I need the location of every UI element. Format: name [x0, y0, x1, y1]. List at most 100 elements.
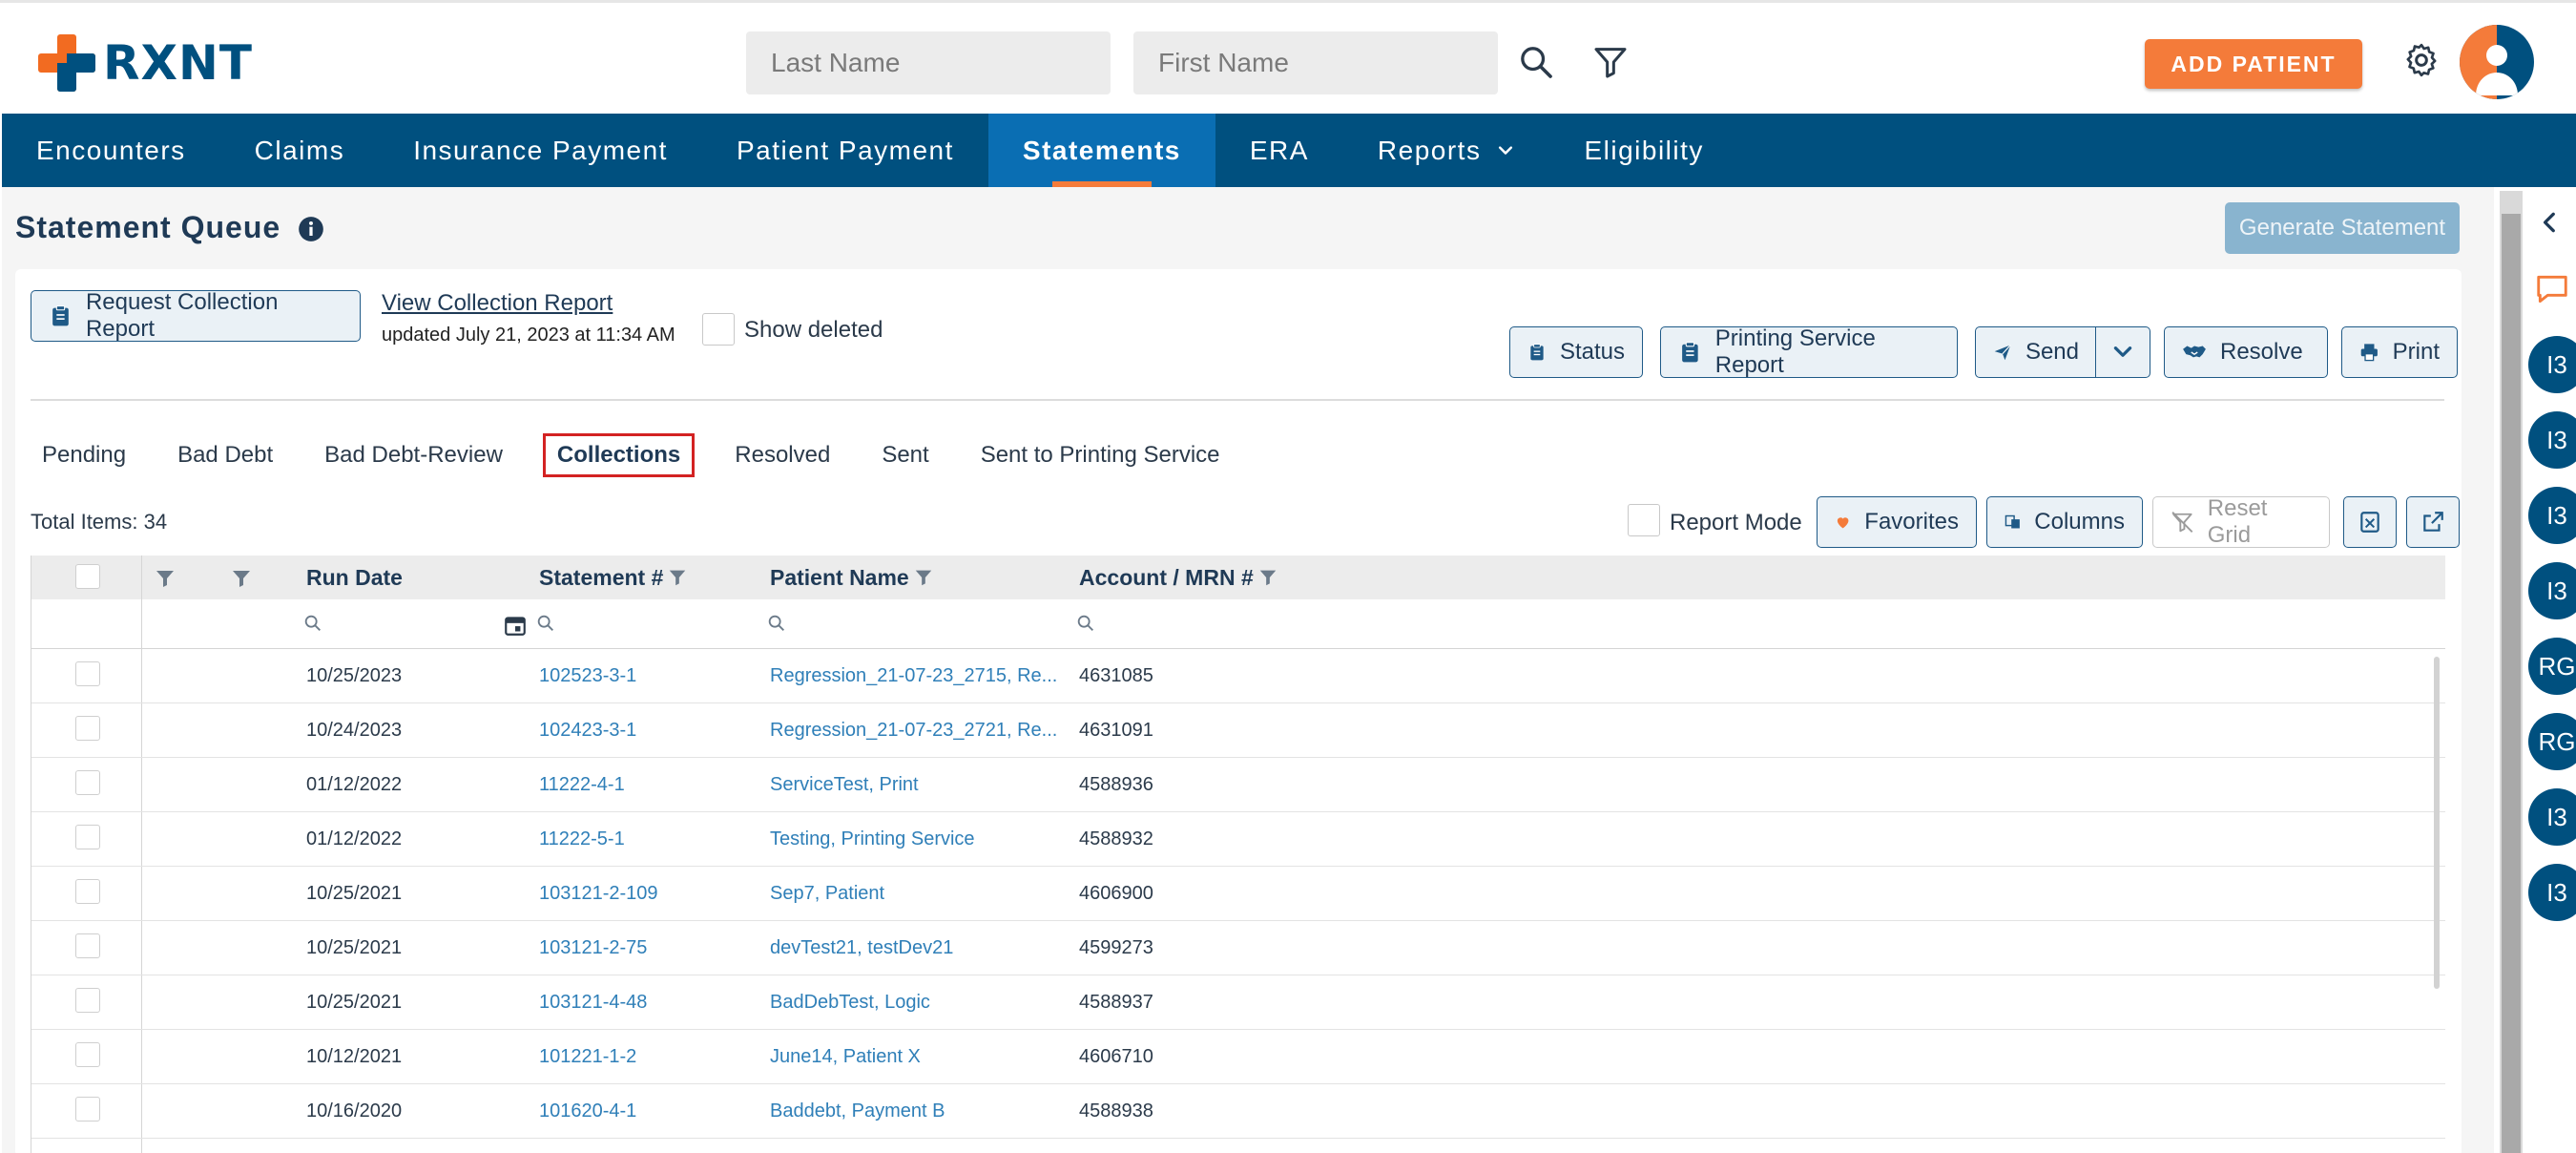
send-dropdown-button[interactable]	[2095, 326, 2150, 378]
tab-resolved[interactable]: Resolved	[723, 436, 841, 474]
rail-avatar[interactable]: I3	[2528, 562, 2576, 619]
print-button[interactable]: Print	[2341, 326, 2458, 378]
columns-button[interactable]: Columns	[1986, 496, 2143, 548]
last-name-input[interactable]	[746, 31, 1111, 94]
table-row[interactable]: 10/12/2021 101221-1-2 June14, Patient X …	[31, 1030, 2445, 1084]
cell-statement-number[interactable]: 103121-2-75	[539, 921, 647, 975]
table-row[interactable]: 10/25/2021 103121-2-75 devTest21, testDe…	[31, 921, 2445, 975]
filter-icon[interactable]	[667, 567, 688, 588]
rail-avatar[interactable]: I3	[2528, 336, 2576, 393]
row-checkbox[interactable]	[75, 770, 100, 795]
row-checkbox[interactable]	[75, 988, 100, 1013]
gear-icon[interactable]	[2402, 41, 2441, 79]
row-checkbox[interactable]	[75, 1042, 100, 1067]
tab-bad-debt[interactable]: Bad Debt	[166, 436, 284, 474]
table-row[interactable]: 10/25/2021 103121-2-109 Sep7, Patient 46…	[31, 867, 2445, 921]
cell-patient-name[interactable]: devTest21, testDev21	[770, 921, 1060, 975]
table-row[interactable]: 10/25/2023 102523-3-1 Regression_21-07-2…	[31, 649, 2445, 703]
calendar-icon[interactable]	[503, 613, 528, 638]
page-scrollbar-thumb[interactable]	[2502, 214, 2521, 1153]
nav-patient-payment[interactable]: Patient Payment	[702, 114, 988, 187]
filter-icon[interactable]	[154, 567, 177, 590]
rxnt-logo[interactable]: RXNT	[38, 33, 253, 93]
cell-patient-name[interactable]: Baddebt, Payment B	[770, 1084, 1060, 1138]
cell-statement-number[interactable]: 102523-3-1	[539, 649, 636, 702]
search-icon[interactable]	[535, 613, 556, 634]
cell-patient-name[interactable]: Regression_21-07-23_2715, Re...	[770, 649, 1060, 702]
nav-insurance-payment[interactable]: Insurance Payment	[379, 114, 702, 187]
table-row[interactable]: 01/12/2022 11222-4-1 ServiceTest, Print …	[31, 758, 2445, 812]
nav-reports[interactable]: Reports	[1343, 114, 1550, 187]
chat-icon[interactable]	[2534, 271, 2570, 307]
tab-sent[interactable]: Sent	[870, 436, 940, 474]
column-run-date[interactable]: Run Date	[306, 556, 403, 599]
row-checkbox[interactable]	[75, 825, 100, 849]
nav-eligibility[interactable]: Eligibility	[1549, 114, 1737, 187]
rail-avatar[interactable]: I3	[2528, 487, 2576, 544]
row-checkbox[interactable]	[75, 716, 100, 741]
row-checkbox[interactable]	[75, 661, 100, 686]
nav-statements[interactable]: Statements	[987, 114, 1215, 187]
rail-avatar[interactable]: RG	[2528, 638, 2576, 695]
select-all-checkbox[interactable]	[75, 564, 100, 589]
status-button[interactable]: Status	[1509, 326, 1643, 378]
user-avatar[interactable]	[2460, 25, 2534, 99]
cell-patient-name[interactable]: Sep7, Patient	[770, 867, 1060, 920]
cell-patient-name[interactable]: BadDebTest, Logic	[770, 975, 1060, 1029]
filter-icon[interactable]	[230, 567, 253, 590]
rail-avatar[interactable]: I3	[2528, 864, 2576, 921]
row-checkbox[interactable]	[75, 879, 100, 904]
column-account-mrn[interactable]: Account / MRN #	[1079, 556, 1278, 599]
export-button[interactable]	[2406, 496, 2460, 548]
filter-icon[interactable]	[913, 567, 934, 588]
tab-bad-debt-review[interactable]: Bad Debt-Review	[313, 436, 514, 474]
nav-claims[interactable]: Claims	[220, 114, 380, 187]
cell-statement-number[interactable]: 102423-3-1	[539, 703, 636, 757]
favorites-button[interactable]: Favorites	[1817, 496, 1977, 548]
search-icon[interactable]	[766, 613, 787, 634]
search-icon[interactable]	[302, 613, 323, 634]
resolve-button[interactable]: Resolve	[2164, 326, 2328, 378]
export-excel-button[interactable]	[2343, 496, 2397, 548]
show-deleted-checkbox[interactable]	[702, 313, 735, 346]
info-icon[interactable]	[298, 216, 324, 242]
cell-patient-name[interactable]: ServiceTest, Print	[770, 758, 1060, 811]
page-scrollbar[interactable]	[2500, 191, 2523, 1153]
filter-icon[interactable]	[1591, 43, 1630, 81]
grid-scrollbar[interactable]	[2434, 657, 2440, 989]
chevron-left-icon[interactable]	[2538, 210, 2563, 235]
cell-statement-number[interactable]: 103121-4-48	[539, 975, 647, 1029]
reset-grid-button[interactable]: Reset Grid	[2152, 495, 2330, 548]
table-row[interactable]: 10/16/2020 101620-4-1 Baddebt, Payment B…	[31, 1084, 2445, 1139]
generate-statement-button[interactable]: Generate Statement	[2225, 202, 2460, 254]
cell-statement-number[interactable]: 11222-4-1	[539, 758, 625, 811]
add-patient-button[interactable]: ADD PATIENT	[2145, 39, 2362, 89]
column-patient-name[interactable]: Patient Name	[770, 556, 934, 599]
tab-collections[interactable]: Collections	[542, 433, 696, 477]
table-row[interactable]: 01/12/2022 11222-5-1 Testing, Printing S…	[31, 812, 2445, 867]
printing-service-report-button[interactable]: Printing Service Report	[1660, 325, 1958, 378]
search-icon[interactable]	[1517, 43, 1555, 81]
table-row[interactable]: 10/25/2021 103121-4-48 BadDebTest, Logic…	[31, 975, 2445, 1030]
cell-patient-name[interactable]: Regression_21-07-23_2721, Re...	[770, 703, 1060, 757]
row-checkbox[interactable]	[75, 1097, 100, 1122]
column-statement-number[interactable]: Statement #	[539, 556, 688, 599]
rail-avatar[interactable]: I3	[2528, 411, 2576, 469]
send-button[interactable]: Send	[1975, 326, 2097, 378]
rail-avatar[interactable]: RG	[2528, 713, 2576, 770]
cell-statement-number[interactable]: 101620-4-1	[539, 1084, 636, 1138]
search-icon[interactable]	[1075, 613, 1096, 634]
cell-statement-number[interactable]: 101221-1-2	[539, 1030, 636, 1083]
cell-statement-number[interactable]: 103121-2-109	[539, 867, 658, 920]
rail-avatar[interactable]: I3	[2528, 788, 2576, 846]
view-collection-report-link[interactable]: View Collection Report	[382, 290, 613, 317]
first-name-input[interactable]	[1133, 31, 1498, 94]
row-checkbox[interactable]	[75, 933, 100, 958]
cell-patient-name[interactable]: Testing, Printing Service	[770, 812, 1060, 866]
cell-patient-name[interactable]: June14, Patient X	[770, 1030, 1060, 1083]
tab-pending[interactable]: Pending	[31, 436, 137, 474]
filter-icon[interactable]	[1257, 567, 1278, 588]
nav-encounters[interactable]: Encounters	[2, 114, 220, 187]
report-mode-checkbox[interactable]	[1628, 504, 1660, 536]
request-collection-report-button[interactable]: Request Collection Report	[31, 289, 361, 342]
